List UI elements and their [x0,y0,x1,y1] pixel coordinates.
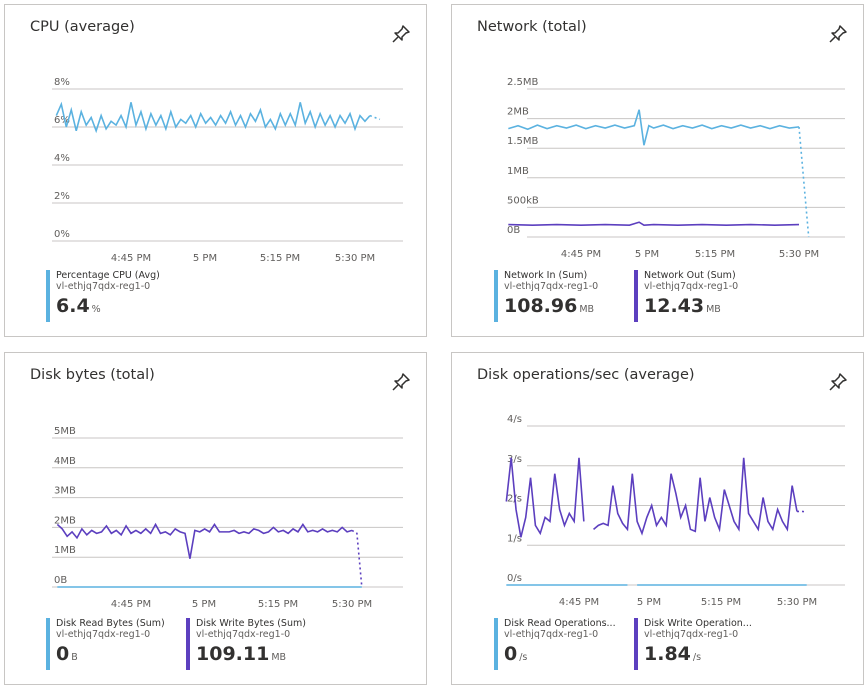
legend-value: 1.84 [644,643,691,665]
y-tick-label: 2% [54,191,70,202]
x-tick-label: 5 PM [635,249,659,260]
legend-unit: % [91,304,101,315]
legend-item[interactable]: Network In (Sum) vl-ethjq7qdx-reg1-0 108.9… [494,270,634,322]
legend-resource-name: vl-ethjq7qdx-reg1-0 [644,629,739,640]
series-line [56,522,363,588]
series-segment [508,221,800,226]
legend-color-bar [634,618,638,670]
disk-bytes-tile[interactable]: Disk bytes (total) 0B 1MB 2MB 3MB 4MB 5MB 4:45… [4,352,427,685]
x-tick-label: 5 PM [637,597,661,608]
legend-value: 0 [504,643,518,665]
legend-resource-name: vl-ethjq7qdx-reg1-0 [504,629,599,640]
x-tick-label: 5:15 PM [695,249,735,260]
legend-color-bar [186,618,190,670]
legend-color-bar [494,618,498,670]
network-chart: 0B 500kB 1MB 1.5MB 2MB 2.5MB 4:45 PM 5 PM 5:15 P… [507,77,845,260]
x-tick-label: 5:30 PM [777,597,817,608]
disk-ops-tile[interactable]: Disk operations/sec (average) 0/s 1/s 2/s 3… [451,352,864,685]
x-tick-label: 4:45 PM [561,249,601,260]
legend-value: 109.11 [196,643,270,665]
y-tick-label: 4/s [507,414,522,425]
legend-item[interactable]: Disk Read Bytes (Sum) vl-ethjq7qdx-reg1-0… [46,618,186,670]
legend-color-bar [634,270,638,322]
legend-color-bar [46,270,50,322]
y-tick-label: 8% [54,77,70,88]
series-dashed-segment [351,529,363,588]
legend-metric-name: Disk Write Bytes (Sum) [196,618,306,629]
y-tick-label: 4% [54,153,70,164]
x-tick-label: 5 PM [193,253,217,264]
x-tick-label: 5:30 PM [335,253,375,264]
legend-item[interactable]: Percentage CPU (Avg) vl-ethjq7qdx-reg1-0 6… [46,270,186,322]
disk-bytes-chart: 0B1MB2MB3MB4MB5MB4:45 PM 5 PM 5:15 PM 5:30 … [52,426,403,610]
series-segment [56,522,353,559]
legend-value: 12.43 [644,295,705,317]
series-line [508,109,810,238]
x-tick-label: 5:15 PM [701,597,741,608]
y-tick-label: 0% [54,229,70,240]
legend: Disk Read Operations... vl-ethjq7qdx-reg1… [494,618,774,670]
y-tick-label: 1MB [54,545,76,556]
x-tick-label: 4:45 PM [559,597,599,608]
x-tick-label: 4:45 PM [111,253,151,264]
legend-unit: MB [271,652,287,663]
network-tile[interactable]: Network (total) 0B 500kB 1MB 1.5MB 2MB 2.5MB 4… [451,4,864,337]
y-tick-label: 2.5MB [507,77,539,88]
legend-metric-name: Disk Write Operation... [644,618,752,629]
legend-metric-name: Percentage CPU (Avg) [56,270,160,281]
legend-resource-name: vl-ethjq7qdx-reg1-0 [56,281,151,292]
y-tick-label: 4MB [54,456,76,467]
legend-metric-name: Network Out (Sum) [644,270,736,281]
legend: Disk Read Bytes (Sum) vl-ethjq7qdx-reg1-0… [46,618,326,670]
y-tick-label: 500kB [507,195,539,206]
legend: Percentage CPU (Avg) vl-ethjq7qdx-reg1-0 6… [46,270,186,322]
legend-resource-name: vl-ethjq7qdx-reg1-0 [196,629,291,640]
legend-metric-name: Disk Read Bytes (Sum) [56,618,165,629]
cpu-tile[interactable]: CPU (average) 0% 2% 4% 6% 8% 4:45 PM 5 PM 5:15 … [4,4,427,337]
series-segment [508,109,800,146]
legend-color-bar [494,270,498,322]
series-dashed-segment [798,126,810,238]
y-tick-label: 0B [507,225,520,236]
y-tick-label: 3MB [54,486,76,497]
legend-metric-name: Network In (Sum) [504,270,588,281]
legend-resource-name: vl-ethjq7qdx-reg1-0 [644,281,739,292]
legend-unit: /s [519,652,528,663]
legend-item[interactable]: Disk Write Bytes (Sum) vl-ethjq7qdx-reg1-… [186,618,326,670]
legend-unit: B [71,652,78,663]
cpu-chart: 0%2%4%6%8%4:45 PM 5 PM 5:15 PM 5:30 PM [52,77,403,264]
legend-item[interactable]: Disk Read Operations... vl-ethjq7qdx-reg1… [494,618,634,670]
x-tick-label: 5:15 PM [260,253,300,264]
legend-item[interactable]: Network Out (Sum) vl-ethjq7qdx-reg1-0 12.4… [634,270,774,322]
legend-item[interactable]: Disk Write Operation... vl-ethjq7qdx-reg1… [634,618,774,670]
x-tick-label: 5 PM [192,599,216,610]
y-tick-label: 0B [54,575,67,586]
legend-color-bar [46,618,50,670]
x-tick-label: 5:30 PM [332,599,372,610]
legend-unit: /s [692,652,702,663]
legend-resource-name: vl-ethjq7qdx-reg1-0 [56,629,151,640]
x-tick-label: 5:15 PM [258,599,298,610]
legend: Network In (Sum) vl-ethjq7qdx-reg1-0 108.9… [494,270,774,322]
y-tick-label: 5MB [54,426,76,437]
legend-metric-name: Disk Read Operations... [504,618,616,629]
legend-unit: MB [706,304,721,315]
series-dashed-segment [369,114,381,121]
x-tick-label: 4:45 PM [111,599,151,610]
legend-unit: MB [579,304,595,315]
y-tick-label: 1.5MB [507,136,539,147]
series-line [508,221,800,226]
x-tick-label: 5:30 PM [779,249,819,260]
legend-value: 6.4 [56,295,90,317]
legend-value: 0 [56,643,70,665]
y-tick-label: 2MB [507,107,529,118]
y-tick-label: 1MB [507,166,529,177]
legend-value: 108.96 [504,295,578,317]
series-segment [593,457,798,536]
legend-resource-name: vl-ethjq7qdx-reg1-0 [504,281,599,292]
series-line [505,457,807,538]
disk-ops-chart: 0/s1/s2/s3/s4/s4:45 PM 5 PM 5:15 PM 5:30 PM [505,414,845,608]
y-tick-label: 3/s [507,454,522,465]
y-tick-label: 0/s [507,573,522,584]
